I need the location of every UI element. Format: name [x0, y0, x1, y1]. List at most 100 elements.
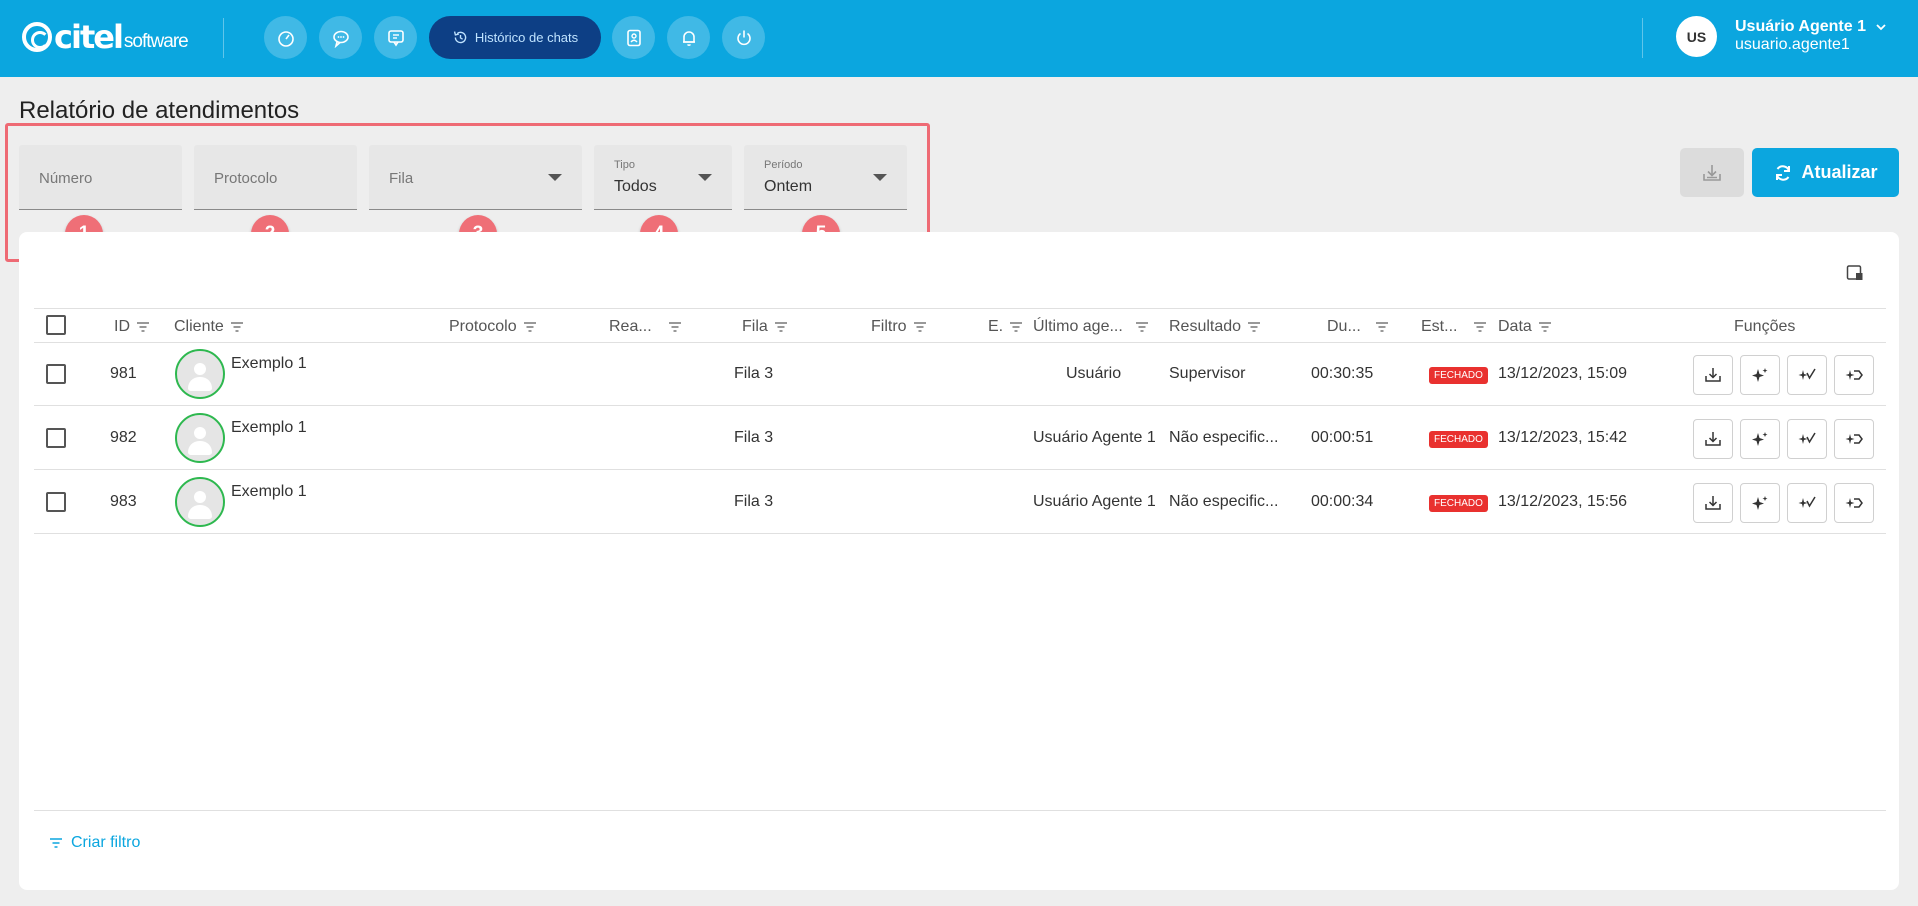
cell-duracao: 00:30:35 [1311, 365, 1374, 382]
column-header-id[interactable]: ID [114, 309, 150, 344]
create-filter-label: Criar filtro [71, 834, 141, 851]
refresh-button[interactable]: Atualizar [1752, 148, 1899, 197]
ai-summary-button[interactable] [1740, 419, 1780, 459]
column-label: Rea... [609, 317, 652, 335]
filter-icon[interactable] [1375, 321, 1389, 333]
column-header-ultimo-agente[interactable]: Último age... [1033, 309, 1149, 344]
logout-button[interactable] [722, 16, 765, 59]
chevron-down-icon[interactable] [1874, 20, 1888, 34]
column-label: E. [988, 317, 1004, 335]
client-avatar [175, 349, 225, 399]
sparkle-check-icon [1798, 368, 1816, 380]
filter-icon[interactable] [1009, 321, 1023, 333]
table-row[interactable]: 981 Exemplo 1 Fila 3 Usuário Supervisor … [34, 343, 1886, 406]
create-filter-button[interactable]: Criar filtro [49, 834, 140, 852]
report-table-card: ID Cliente Protocolo Rea... Fila Filtro … [19, 232, 1899, 890]
ai-summary-button[interactable] [1740, 483, 1780, 523]
column-label: ID [114, 317, 130, 335]
column-header-fila[interactable]: Fila [742, 309, 788, 344]
sparkle-check-icon [1798, 496, 1816, 508]
column-header-estado[interactable]: Est... [1421, 309, 1487, 344]
download-chat-button[interactable] [1693, 419, 1733, 459]
logo-brand-text: citel [54, 18, 124, 56]
client-avatar [175, 413, 225, 463]
column-header-duracao[interactable]: Du... [1327, 309, 1389, 344]
cell-duracao: 00:00:34 [1311, 493, 1374, 510]
filter-icon[interactable] [136, 321, 150, 333]
download-icon [1703, 164, 1721, 181]
select-all-checkbox[interactable] [46, 315, 66, 335]
column-label: Est... [1421, 317, 1458, 335]
dashboard-button[interactable] [264, 16, 307, 59]
chat-icon [332, 30, 349, 48]
column-label: Resultado [1169, 317, 1242, 335]
filter-icon[interactable] [668, 321, 682, 333]
user-divider [1642, 18, 1643, 58]
filter-icon[interactable] [913, 321, 927, 333]
cell-data: 13/12/2023, 15:56 [1498, 493, 1628, 510]
ai-tag-button[interactable] [1834, 419, 1874, 459]
cell-cliente: Exemplo 1 [231, 483, 307, 500]
cell-resultado: Não especific... [1169, 429, 1279, 446]
column-label: Data [1498, 317, 1532, 335]
sparkle-check-icon [1798, 432, 1816, 444]
sparkle-tag-icon [1845, 498, 1863, 508]
user-avatar[interactable]: US [1676, 16, 1717, 57]
column-header-cliente[interactable]: Cliente [174, 309, 244, 344]
filter-icon[interactable] [1538, 321, 1552, 333]
column-settings-icon[interactable] [1846, 264, 1864, 282]
table-row[interactable]: 982 Exemplo 1 Fila 3 Usuário Agente 1 Nã… [34, 407, 1886, 470]
ai-evaluate-button[interactable] [1787, 419, 1827, 459]
table-row[interactable]: 983 Exemplo 1 Fila 3 Usuário Agente 1 Nã… [34, 471, 1886, 534]
sparkle-icon [1752, 368, 1768, 382]
filter-icon [50, 838, 62, 848]
ai-tag-button[interactable] [1834, 355, 1874, 395]
column-label: Funções [1734, 317, 1796, 335]
filter-icon[interactable] [230, 321, 244, 333]
logo-suffix-text: software [123, 31, 189, 52]
messages-button[interactable] [374, 16, 417, 59]
cell-cliente: Exemplo 1 [231, 419, 307, 436]
cell-fila: Fila 3 [734, 365, 774, 382]
cell-id: 983 [110, 493, 137, 510]
download-chat-button[interactable] [1693, 483, 1733, 523]
sparkle-tag-icon [1845, 434, 1863, 444]
notifications-button[interactable] [667, 16, 710, 59]
download-icon [1705, 496, 1721, 510]
power-icon [736, 30, 751, 45]
filter-icon[interactable] [1135, 321, 1149, 333]
column-header-data[interactable]: Data [1498, 309, 1552, 344]
chat-history-label: Histórico de chats [474, 30, 579, 45]
export-button[interactable] [1680, 148, 1744, 197]
column-header-reaberto[interactable]: Rea... [609, 309, 682, 344]
download-chat-button[interactable] [1693, 355, 1733, 395]
row-checkbox[interactable] [46, 492, 66, 512]
column-header-resultado[interactable]: Resultado [1169, 309, 1261, 344]
chats-button[interactable] [319, 16, 362, 59]
contacts-button[interactable] [612, 16, 655, 59]
bell-icon [682, 30, 695, 46]
filter-icon[interactable] [1473, 321, 1487, 333]
cell-fila: Fila 3 [734, 429, 774, 446]
row-checkbox[interactable] [46, 428, 66, 448]
status-badge: FECHADO [1429, 431, 1488, 448]
column-label: Du... [1327, 317, 1361, 335]
column-header-e[interactable]: E. [988, 309, 1023, 344]
row-checkbox[interactable] [46, 364, 66, 384]
ai-evaluate-button[interactable] [1787, 355, 1827, 395]
message-icon [387, 29, 404, 46]
column-header-protocolo[interactable]: Protocolo [449, 309, 537, 344]
ai-tag-button[interactable] [1834, 483, 1874, 523]
column-label: Último age... [1033, 317, 1123, 335]
ai-evaluate-button[interactable] [1787, 483, 1827, 523]
filter-icon[interactable] [1247, 321, 1261, 333]
download-icon [1705, 432, 1721, 446]
chat-history-button[interactable]: Histórico de chats [429, 16, 601, 59]
user-login: usuario.agente1 [1735, 36, 1850, 53]
filter-icon[interactable] [523, 321, 537, 333]
column-header-filtro[interactable]: Filtro [871, 309, 927, 344]
ai-summary-button[interactable] [1740, 355, 1780, 395]
filter-icon[interactable] [774, 321, 788, 333]
logo-mark-icon [22, 22, 52, 52]
cell-resultado: Supervisor [1169, 365, 1246, 382]
